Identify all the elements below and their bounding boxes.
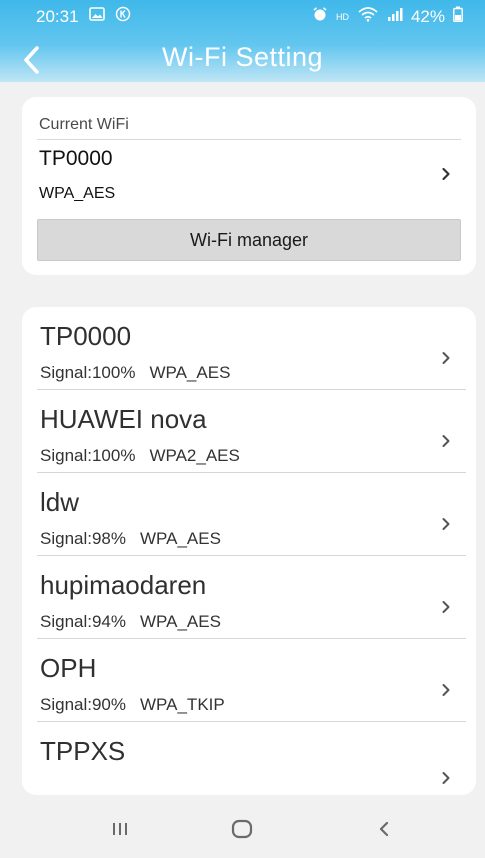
wifi-list-card: TP0000 Signal:100% WPA_AES HUAWEI nova Si…: [22, 307, 476, 795]
wifi-list-item[interactable]: TP0000 Signal:100% WPA_AES: [22, 307, 476, 390]
wifi-security: WPA_TKIP: [140, 695, 225, 714]
home-icon: [231, 819, 253, 839]
wifi-ssid: TP0000: [40, 321, 132, 351]
wifi-security: WPA_AES: [149, 363, 231, 382]
current-wifi-security: WPA_AES: [39, 185, 116, 202]
recent-apps-icon: [113, 823, 127, 835]
recent-apps-button[interactable]: [100, 814, 140, 844]
chevron-right-icon: [438, 679, 454, 701]
chevron-right-icon: [438, 513, 454, 535]
battery-icon: [453, 6, 463, 28]
wifi-security: WPA_AES: [140, 612, 221, 631]
wifi-signal: Signal:100%: [40, 446, 136, 465]
back-icon: [379, 821, 389, 837]
wifi-signal: Signal:100%: [40, 363, 136, 382]
title-bar: Wi-Fi Setting: [0, 38, 485, 82]
wifi-list-item[interactable]: TPPXS: [22, 722, 476, 795]
page-title: Wi-Fi Setting: [161, 42, 324, 72]
chevron-right-icon: [438, 347, 454, 369]
chevron-right-icon: [438, 596, 454, 618]
wifi-signal-icon: [357, 6, 379, 28]
wifi-meta: Signal:100% WPA_AES: [40, 363, 230, 383]
cell-signal-icon: [387, 6, 403, 28]
wifi-list-item[interactable]: OPH Signal:90% WPA_TKIP: [22, 639, 476, 722]
chevron-right-icon: [438, 163, 454, 185]
wifi-signal: Signal:90%: [40, 695, 127, 714]
app-header: 20:31 HD 42% Wi-Fi Setting: [0, 0, 485, 82]
wifi-ssid: OPH: [40, 653, 97, 683]
wifi-security: WPA_AES: [140, 529, 221, 548]
battery-percent: 42%: [410, 7, 445, 26]
chevron-right-icon: [438, 430, 454, 452]
wifi-ssid: ldw: [40, 487, 80, 517]
wifi-list-item[interactable]: hupimaodaren Signal:94% WPA_AES: [22, 556, 476, 639]
wifi-manager-button[interactable]: Wi-Fi manager: [37, 219, 461, 261]
current-wifi-card: Current WiFi TP0000 WPA_AES Wi-Fi manage…: [22, 97, 476, 275]
system-back-button[interactable]: [364, 814, 404, 844]
wifi-meta: Signal:98% WPA_AES: [40, 529, 221, 549]
home-button[interactable]: [222, 814, 262, 844]
wifi-signal: Signal:98%: [40, 529, 127, 548]
k-circle-icon: [115, 6, 131, 28]
wifi-meta: Signal:100% WPA2_AES: [40, 446, 240, 466]
current-wifi-ssid: TP0000: [39, 147, 113, 170]
chevron-right-icon: [438, 767, 454, 789]
wifi-ssid: HUAWEI nova: [40, 404, 207, 434]
wifi-list-item[interactable]: HUAWEI nova Signal:100% WPA2_AES: [22, 390, 476, 473]
status-bar: 20:31 HD 42%: [0, 6, 485, 30]
wifi-ssid: TPPXS: [40, 736, 126, 766]
wifi-meta: Signal:90% WPA_TKIP: [40, 695, 225, 715]
system-nav-bar: [0, 800, 485, 858]
current-wifi-label: Current WiFi: [39, 116, 129, 133]
clock: 20:31: [36, 7, 79, 26]
alarm-icon: [312, 6, 328, 28]
wifi-list-item[interactable]: ldw Signal:98% WPA_AES: [22, 473, 476, 556]
hd-icon: HD: [335, 12, 349, 22]
wifi-signal: Signal:94%: [40, 612, 127, 631]
divider: [37, 139, 461, 140]
wifi-meta: Signal:94% WPA_AES: [40, 612, 221, 632]
image-icon: [88, 7, 105, 27]
wifi-ssid: hupimaodaren: [40, 570, 207, 600]
wifi-security: WPA2_AES: [149, 446, 240, 465]
